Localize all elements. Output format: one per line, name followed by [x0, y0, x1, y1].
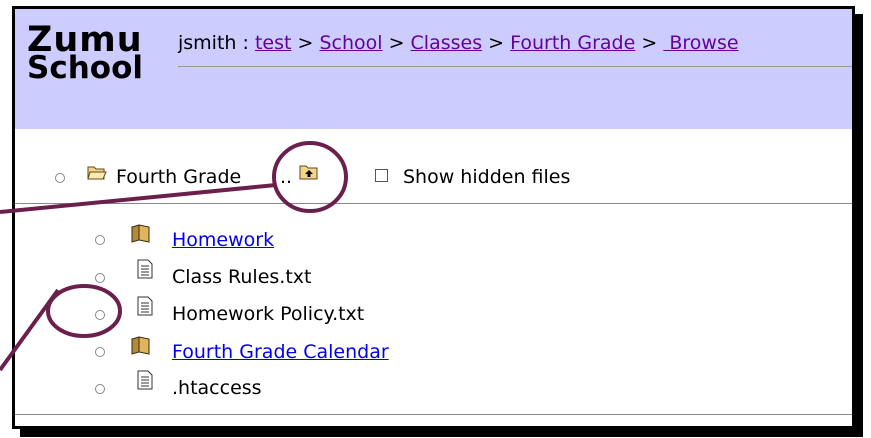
callout-line-radio — [0, 288, 60, 372]
callout-circle-up-folder — [272, 141, 348, 213]
callout-line-up-folder — [0, 183, 277, 214]
callout-circle-radio — [46, 284, 122, 338]
annotation-overlay — [0, 141, 348, 372]
